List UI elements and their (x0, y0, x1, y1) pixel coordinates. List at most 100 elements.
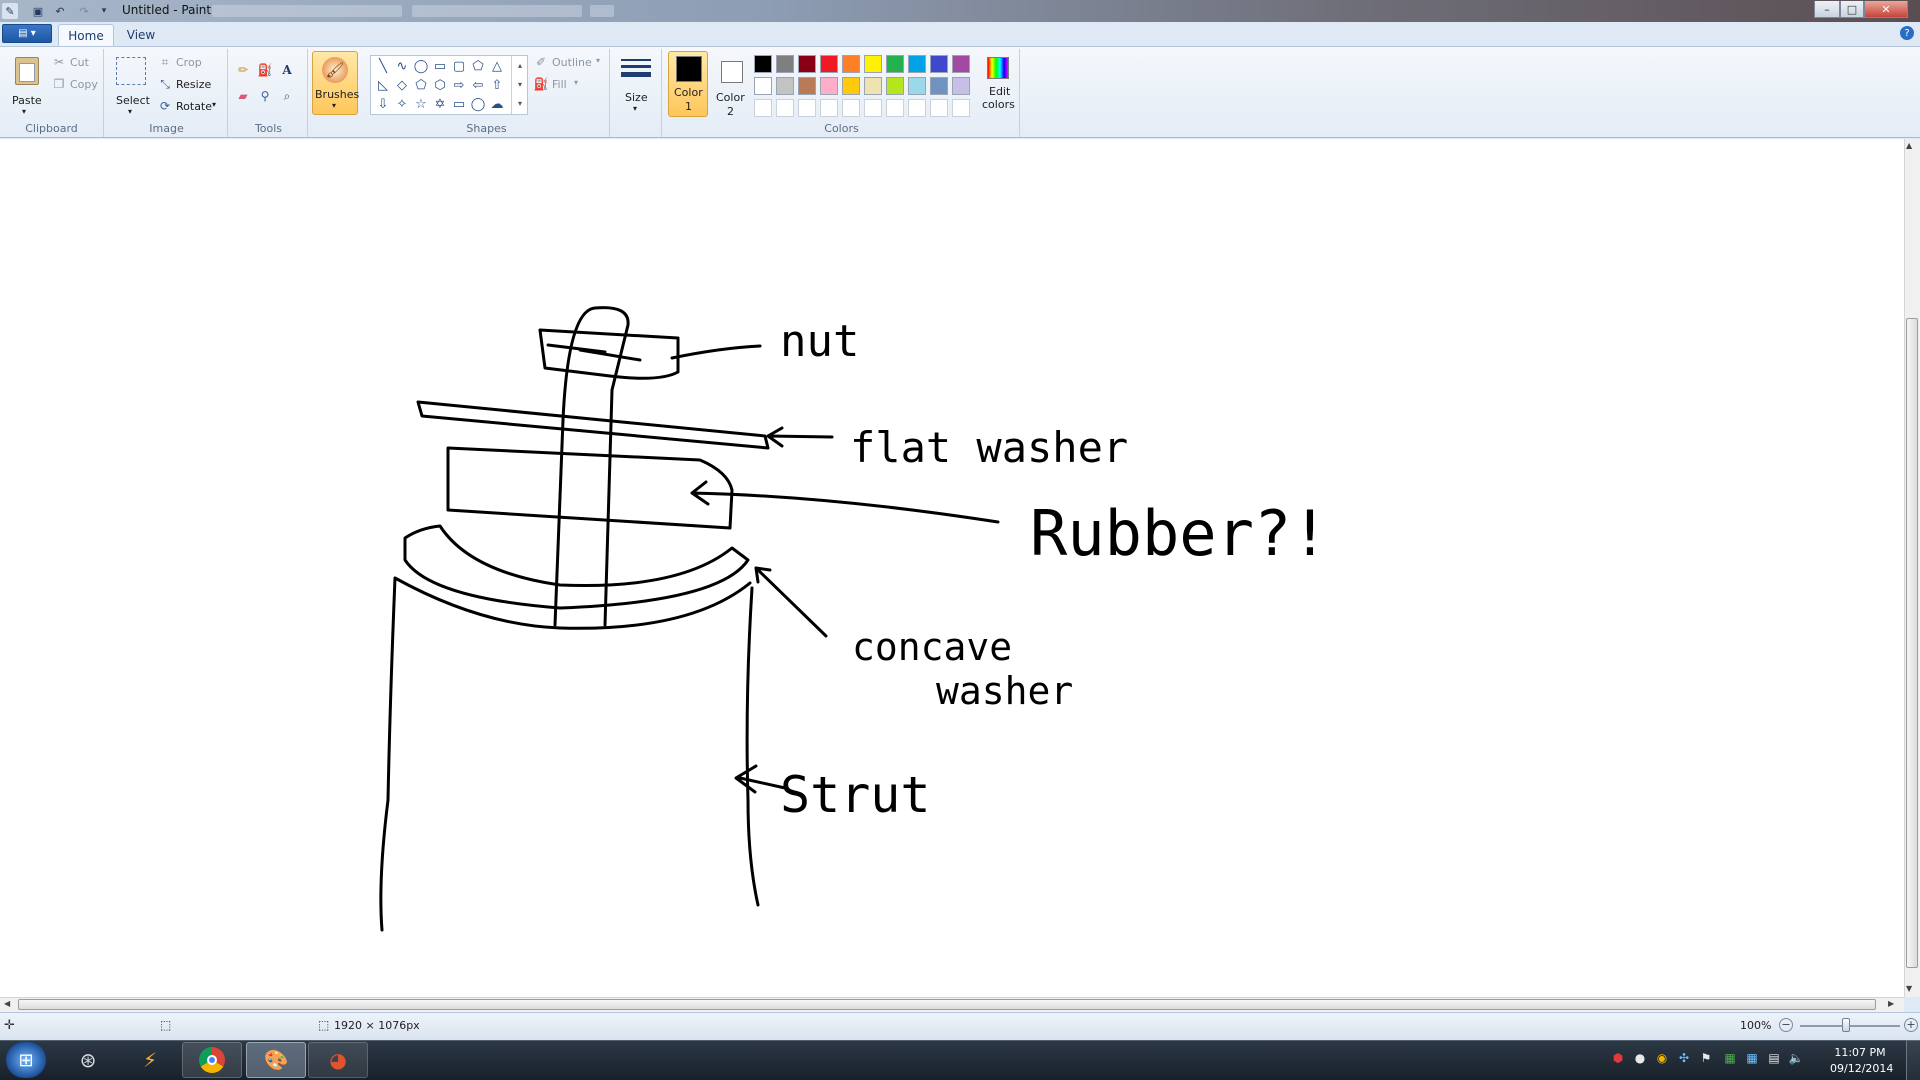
flag-tray-icon[interactable]: ⚑ (1698, 1050, 1714, 1066)
text-tool-icon[interactable]: A (280, 63, 294, 77)
palette-swatch[interactable] (798, 99, 816, 117)
firefox-app-icon[interactable]: ◕ (308, 1042, 368, 1078)
palette-swatch[interactable] (908, 77, 926, 95)
pdf-tray-icon[interactable]: ⬢ (1610, 1050, 1626, 1066)
hexagon-shape-icon[interactable]: ⬡ (432, 77, 448, 93)
select-icon[interactable] (116, 57, 146, 85)
callout-rect-shape-icon[interactable]: ▭ (451, 96, 467, 112)
chrome-tray-icon[interactable]: ◉ (1654, 1050, 1670, 1066)
tab-view[interactable]: View (118, 24, 164, 46)
callout-cloud-shape-icon[interactable]: ☁ (489, 96, 505, 112)
volume-tray-icon[interactable]: 🔈 (1788, 1050, 1804, 1066)
palette-swatch[interactable] (930, 55, 948, 73)
resize-icon[interactable]: ⤡ (158, 77, 172, 91)
horizontal-scroll-thumb[interactable] (18, 999, 1876, 1010)
customize-dropdown-icon[interactable]: ▾ (96, 3, 112, 19)
chevron-down-icon[interactable]: ▾ (596, 56, 600, 65)
outline-icon[interactable]: ✐ (534, 55, 548, 69)
palette-swatch[interactable] (776, 77, 794, 95)
crop-icon[interactable]: ⌗ (158, 55, 172, 69)
show-desktop-button[interactable] (1906, 1040, 1920, 1080)
app-tray-icon[interactable]: ▦ (1722, 1050, 1738, 1066)
oval-shape-icon[interactable]: ◯ (413, 58, 429, 74)
file-menu-button[interactable]: ▤ ▾ (2, 24, 52, 43)
rotate-icon[interactable]: ⟳ (158, 99, 172, 113)
close-button[interactable]: ✕ (1864, 1, 1908, 18)
color-picker-icon[interactable]: ⚲ (258, 89, 272, 103)
palette-swatch[interactable] (908, 99, 926, 117)
start-button-icon[interactable]: ⊞ (6, 1042, 46, 1078)
palette-swatch[interactable] (798, 55, 816, 73)
palette-swatch[interactable] (930, 99, 948, 117)
rectangle-shape-icon[interactable]: ▭ (432, 58, 448, 74)
color1-button[interactable]: Color 1 (668, 51, 708, 117)
palette-swatch[interactable] (952, 77, 970, 95)
paste-label[interactable]: Paste (12, 94, 42, 107)
copy-icon[interactable]: ❐ (52, 77, 66, 91)
select-label[interactable]: Select (116, 94, 150, 107)
eraser-icon[interactable]: ▰ (236, 89, 250, 103)
palette-swatch[interactable] (864, 55, 882, 73)
right-triangle-shape-icon[interactable]: ◺ (375, 77, 391, 93)
palette-swatch[interactable] (886, 55, 904, 73)
tray-icon[interactable]: ● (1632, 1050, 1648, 1066)
palette-swatch[interactable] (820, 77, 838, 95)
zoom-out-button[interactable]: − (1779, 1018, 1793, 1032)
palette-swatch[interactable] (864, 99, 882, 117)
palette-swatch[interactable] (754, 99, 772, 117)
crop-label[interactable]: Crop (176, 56, 202, 69)
arrow-up-shape-icon[interactable]: ⇧ (489, 77, 505, 93)
fill-label[interactable]: Fill (552, 78, 567, 91)
palette-swatch[interactable] (886, 99, 904, 117)
zoom-slider-thumb[interactable] (1842, 1018, 1850, 1032)
chrome-app-icon[interactable] (182, 1042, 242, 1078)
pentagon-shape-icon[interactable]: ⬠ (413, 77, 429, 93)
palette-swatch[interactable] (886, 77, 904, 95)
app-tray-icon-2[interactable]: ▦ (1744, 1050, 1760, 1066)
triangle-shape-icon[interactable]: △ (489, 58, 505, 74)
fill-icon[interactable]: ⛽ (534, 77, 549, 91)
brushes-button[interactable]: 🖌 Brushes ▾ (312, 51, 359, 115)
scroll-left-icon[interactable]: ◀ (4, 999, 10, 1008)
fill-bucket-icon[interactable]: ⛽ (258, 63, 273, 77)
six-point-star-shape-icon[interactable]: ✡ (432, 96, 448, 112)
callout-oval-shape-icon[interactable]: ◯ (470, 96, 486, 112)
palette-swatch[interactable] (776, 99, 794, 117)
palette-swatch[interactable] (754, 55, 772, 73)
palette-swatch[interactable] (842, 77, 860, 95)
rounded-rectangle-shape-icon[interactable]: ▢ (451, 58, 467, 74)
palette-swatch[interactable] (864, 77, 882, 95)
palette-swatch[interactable] (820, 55, 838, 73)
winamp-app-icon[interactable]: ⚡ (120, 1042, 180, 1078)
pencil-icon[interactable]: ✏ (236, 63, 250, 77)
magnifier-icon[interactable]: ⌕ (280, 89, 294, 103)
chevron-down-icon[interactable]: ▾ (574, 78, 578, 87)
help-icon[interactable]: ? (1900, 26, 1914, 40)
minimize-button[interactable]: – (1814, 1, 1840, 18)
vertical-scroll-thumb[interactable] (1906, 318, 1918, 968)
shapes-scroll-icon[interactable]: ▴ ▾ ▾ (511, 56, 528, 114)
four-point-star-shape-icon[interactable]: ✧ (394, 96, 410, 112)
resize-label[interactable]: Resize (176, 78, 211, 91)
palette-swatch[interactable] (952, 55, 970, 73)
chevron-down-icon[interactable]: ▾ (128, 107, 132, 116)
undo-icon[interactable]: ↶ (52, 3, 68, 19)
tab-home[interactable]: Home (58, 24, 114, 46)
palette-swatch[interactable] (754, 77, 772, 95)
palette-swatch[interactable] (776, 55, 794, 73)
palette-swatch[interactable] (820, 99, 838, 117)
zoom-in-button[interactable]: + (1904, 1018, 1918, 1032)
chevron-down-icon[interactable]: ▾ (212, 100, 216, 109)
clock-time[interactable]: 11:07 PM (1830, 1046, 1890, 1059)
steam-app-icon[interactable]: ⊛ (58, 1042, 118, 1078)
palette-swatch[interactable] (798, 77, 816, 95)
color2-button[interactable]: Color 2 (712, 51, 750, 118)
network-tray-icon[interactable]: ▤ (1766, 1050, 1782, 1066)
edit-colors-button[interactable]: Edit colors (978, 53, 1018, 117)
network-sync-tray-icon[interactable]: ✣ (1676, 1050, 1692, 1066)
outline-label[interactable]: Outline (552, 56, 592, 69)
clock-date[interactable]: 09/12/2014 (1830, 1062, 1893, 1075)
copy-label[interactable]: Copy (70, 78, 98, 91)
diamond-shape-icon[interactable]: ◇ (394, 77, 410, 93)
palette-swatch[interactable] (952, 99, 970, 117)
